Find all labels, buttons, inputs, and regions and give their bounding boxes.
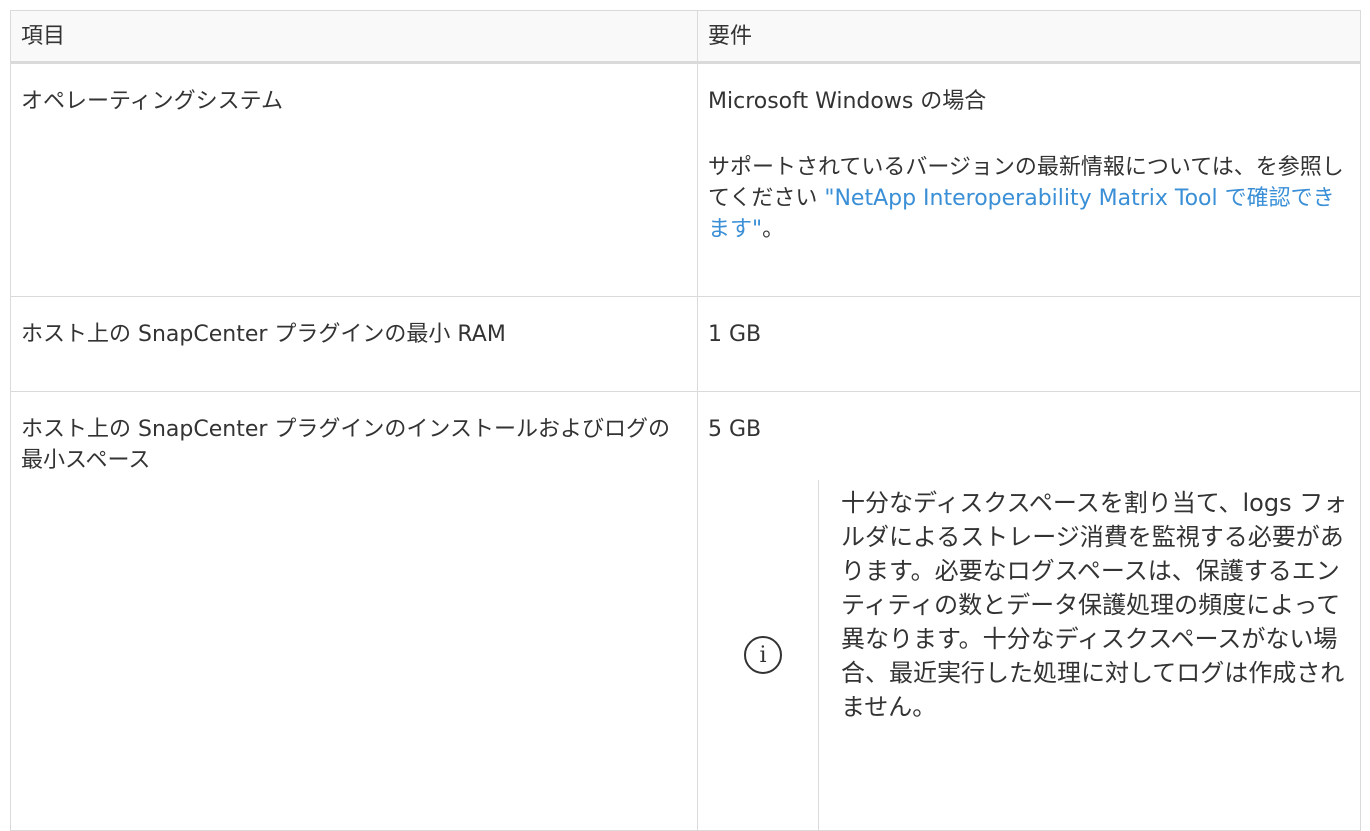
os-requirement-cell: Microsoft Windows の場合 サポートされているバージョンの最新情… xyxy=(697,62,1361,297)
table-row: ホスト上の SnapCenter プラグインのインストールおよびログの最小スペー… xyxy=(10,391,1361,831)
table-row: オペレーティングシステム Microsoft Windows の場合 サポートさ… xyxy=(10,62,1361,297)
space-item-cell: ホスト上の SnapCenter プラグインのインストールおよびログの最小スペー… xyxy=(10,391,698,831)
ram-requirement-value: 1 GB xyxy=(708,322,762,347)
ram-requirement-cell: 1 GB xyxy=(697,296,1361,392)
info-note: i 十分なディスクスペースを割り当て、logs フォルダによるストレージ消費を監… xyxy=(708,480,1350,830)
note-icon-wrap: i xyxy=(708,480,818,830)
ram-item-cell: ホスト上の SnapCenter プラグインの最小 RAM xyxy=(10,296,698,392)
os-requirement-line: Microsoft Windows の場合 xyxy=(708,89,987,114)
info-icon: i xyxy=(744,636,782,674)
note-divider xyxy=(818,480,819,830)
space-requirement-value: 5 GB xyxy=(708,417,762,442)
os-requirement-suffix: 。 xyxy=(762,217,785,242)
ram-item-label: ホスト上の SnapCenter プラグインの最小 RAM xyxy=(21,322,506,347)
requirements-table: 項目 要件 オペレーティングシステム Microsoft Windows の場合… xyxy=(10,10,1361,831)
note-text: 十分なディスクスペースを割り当て、logs フォルダによるストレージ消費を監視す… xyxy=(841,489,1348,721)
table-row: ホスト上の SnapCenter プラグインの最小 RAM 1 GB xyxy=(10,296,1361,392)
os-item-label: オペレーティングシステム xyxy=(21,89,284,114)
space-item-label: ホスト上の SnapCenter プラグインのインストールおよびログの最小スペー… xyxy=(21,417,670,473)
os-requirement-paragraph: サポートされているバージョンの最新情報については、を参照してください "NetA… xyxy=(708,152,1350,245)
column-header-item: 項目 xyxy=(10,10,698,64)
space-requirement-cell: 5 GB i 十分なディスクスペースを割り当て、logs フォルダによるストレー… xyxy=(697,391,1361,831)
table-header-row: 項目 要件 xyxy=(10,10,1361,64)
os-item-cell: オペレーティングシステム xyxy=(10,62,698,297)
column-header-requirement: 要件 xyxy=(697,10,1361,64)
